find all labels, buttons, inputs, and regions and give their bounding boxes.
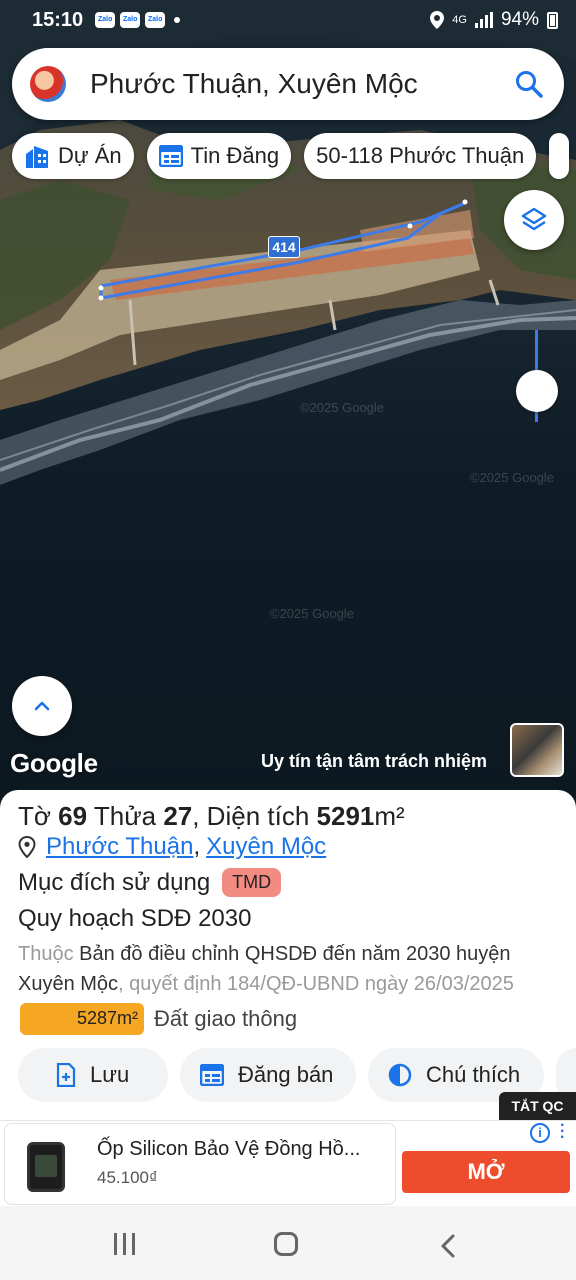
ad-card[interactable]: Ốp Silicon Bảo Vệ Đồng Hồ... 45.100₫ [4,1123,396,1205]
ad-more-icon[interactable]: · · · [560,1118,565,1146]
legend-label: Chú thích [426,1062,521,1087]
status-bar: 15:10 Zalo Zalo Zalo 4G 94% [0,0,576,40]
chip-address[interactable]: 50-118 Phước Thuận [304,133,537,179]
map-watermark: ©2025 Google [270,606,355,621]
parcel-title: Tờ 69 Thửa 27, Diện tích 5291m² [18,801,405,832]
map-watermark: ©2025 Google [470,470,555,485]
filter-chips: Dự Án Tin Đăng 50-118 Phước Thuận [12,133,570,179]
network-type: 4G [452,14,467,26]
search-bar[interactable]: Phước Thuận, Xuyên Mộc [12,48,564,120]
signal-icon [474,12,493,28]
add-file-icon [56,1063,76,1087]
home-icon[interactable] [274,1232,298,1256]
recent-apps-icon[interactable] [114,1233,138,1255]
post-for-sale-button[interactable]: Đăng bán [180,1048,356,1102]
plan-decision: , quyết định 184/QĐ-UBND ngày 26/03/2025 [118,973,514,995]
location-separator: , [193,833,201,860]
land-use-row: Mục đích sử dụng TMD [18,868,282,897]
chip-label: 50-118 Phước Thuận [316,143,525,168]
expand-button[interactable] [12,676,72,736]
chip-tin-dang[interactable]: Tin Đăng [146,133,292,179]
purpose-code-badge: TMD [222,868,282,897]
building-icon [26,146,48,168]
plan-title: Quy hoạch SDĐ 2030 [18,905,252,932]
chip-more[interactable] [549,133,570,179]
ad-open-button[interactable]: MỞ [402,1151,570,1193]
save-button[interactable]: Lưu [18,1048,168,1102]
plan-prefix: Thuộc [18,943,74,965]
post-label: Đăng bán [238,1062,334,1087]
chip-label: Tin Đăng [190,143,280,168]
listing-icon [200,1064,224,1086]
zalo-notification-icon: Zalo [120,12,141,28]
location-icon [430,11,445,29]
more-notifications-dot [174,17,181,23]
area-label: , Diện tích [192,801,310,831]
area-unit: m² [374,801,405,831]
ad-title: Ốp Silicon Bảo Vệ Đồng Hồ... [97,1138,361,1160]
zone-row: 5287m² Đất giao thông [20,1003,297,1035]
agent-photo[interactable] [510,723,564,777]
map-view[interactable]: ©2025 Google ©2025 Google ©2025 Google 4… [0,0,576,800]
hide-ad-button[interactable]: TẮT QC [499,1092,576,1120]
back-icon[interactable] [440,1234,456,1258]
zalo-notification-icon: Zalo [95,12,116,28]
ad-info-icon[interactable]: i [530,1123,550,1143]
parcel-info-sheet: Tờ 69 Thửa 27, Diện tích 5291m² Phước Th… [0,790,576,1120]
area-value: 5291 [316,801,375,831]
satellite-imagery [0,0,576,485]
listing-icon [158,145,183,167]
sheet-number: 69 [58,801,88,831]
ad-product-image [27,1142,65,1192]
location-pin-icon [18,836,36,858]
ad-banner[interactable]: Ốp Silicon Bảo Vệ Đồng Hồ... 45.100₫ i ·… [0,1118,576,1206]
chevron-up-icon [34,701,50,711]
google-logo: Google [10,748,98,778]
plot-number: 27 [163,801,193,831]
battery-icon [547,11,558,29]
save-label: Lưu [90,1062,130,1087]
parcel-location: Phước Thuận, Xuyên Mộc [18,833,326,861]
plot-label: Thửa [93,801,157,831]
system-nav-bar [0,1206,576,1280]
chip-du-an[interactable]: Dự Án [12,133,134,179]
chip-label: Dự Án [58,143,122,168]
sheet-label: Tờ [18,801,51,831]
avatar[interactable] [30,66,66,102]
slogan-text: Uy tín tận tâm trách nhiệm [261,751,488,771]
zone-label: Đất giao thông [154,1006,298,1031]
zone-area-bar: 5287m² [20,1003,144,1035]
search-icon[interactable] [514,69,544,99]
opacity-slider-handle[interactable] [516,370,558,412]
legend-icon [388,1063,412,1087]
search-input[interactable]: Phước Thuận, Xuyên Mộc [90,68,514,100]
map-watermark: ©2025 Google [300,400,385,415]
plan-description: Thuộc Bản đồ điều chỉnh QHSDĐ đến năm 20… [18,939,563,999]
purpose-label: Mục đích sử dụng [18,868,211,896]
battery-percent: 94% [500,9,539,30]
district-link[interactable]: Xuyên Mộc [206,833,326,861]
action-buttons: Lưu Đăng bán Chú thích [18,1048,576,1102]
ward-link[interactable]: Phước Thuận [46,833,193,861]
layers-icon [521,207,547,231]
zalo-notification-icon: Zalo [145,12,166,28]
layers-button[interactable] [504,190,564,250]
road-number-badge: 414 [268,236,300,258]
status-time: 15:10 [32,8,84,31]
ad-price: 45.100₫ [97,1168,158,1187]
